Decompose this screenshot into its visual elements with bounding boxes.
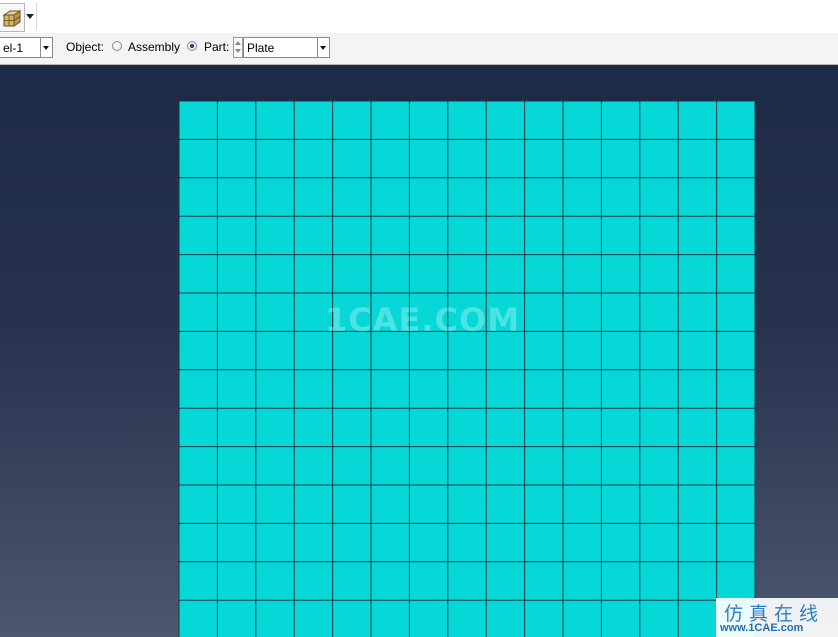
model-combo[interactable]: el-1 [0,37,53,58]
assembly-label[interactable]: Assembly [128,40,180,54]
logo-url-text: www.1CAE.com [720,622,804,634]
top-toolbar [0,0,838,34]
graphics-viewport[interactable]: 1CAE.COM 仿真在线 www.1CAE.com [0,65,838,637]
part-radio[interactable] [187,41,197,51]
spinner-up-icon[interactable] [235,41,241,45]
part-label[interactable]: Part: [204,40,229,54]
part-tool-button[interactable] [0,3,25,32]
plate-mesh[interactable] [0,65,838,637]
model-combo-value: el-1 [3,41,24,55]
object-label: Object: [66,40,105,54]
part-combo-value: Plate [247,41,275,55]
watermark-text: 1CAE.COM [325,301,521,339]
context-bar [0,33,838,65]
chevron-down-icon[interactable] [317,38,329,57]
part-cube-icon [2,10,22,27]
toolbar-separator [36,3,37,30]
spinner-down-icon[interactable] [235,49,241,53]
assembly-radio[interactable] [112,41,122,51]
chevron-down-icon[interactable] [40,38,52,57]
mesh-face[interactable] [178,100,756,637]
site-logo: 仿真在线 www.1CAE.com [716,598,838,637]
chevron-down-icon[interactable] [26,14,34,19]
part-spinner[interactable] [233,37,243,58]
part-combo[interactable]: Plate [243,37,330,58]
